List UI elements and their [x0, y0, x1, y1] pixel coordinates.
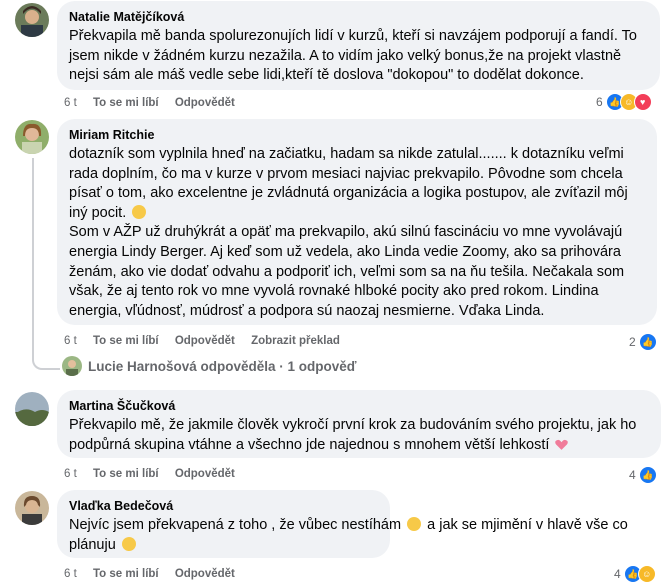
reaction-summary[interactable]: 4 👍 ☺ — [614, 565, 656, 583]
reply-avatar — [62, 356, 82, 376]
comment-line: Som v AŽP už druhýkrát a opäť ma prekvap… — [69, 224, 623, 241]
comment-line: nejsi sám ale máš vedle sebe lidi,kteří … — [69, 67, 584, 84]
reaction-summary[interactable]: 2 👍 — [629, 333, 657, 351]
comment-time[interactable]: 6 t — [64, 97, 77, 109]
thread-line — [32, 158, 34, 358]
comment-line: však, že aj tento rok vo mne vyvolá rovn… — [69, 283, 599, 300]
comment-bubble: Natalie Matějčíková Překvapila mě banda … — [57, 1, 660, 90]
comment-time[interactable]: 6 t — [64, 468, 77, 480]
comment-bubble: Martina Ščučková Překvapilo mě, že jakmi… — [57, 390, 661, 458]
comment-line: podpůrná skupina vtáhne a všechno jde na… — [69, 436, 649, 456]
comment-line-text: Nejvíc jsem překvapená z toho , že vůbec… — [69, 517, 402, 533]
comment-line-text: plánuju — [69, 536, 116, 553]
comment-line: plánuju — [69, 536, 378, 556]
comment-text: Překvapilo mě, že jakmile člověk vykročí… — [69, 416, 649, 455]
comment-author[interactable]: Natalie Matějčíková — [69, 9, 648, 25]
avatar[interactable] — [15, 491, 49, 525]
smile-emoji-icon — [132, 204, 147, 219]
heart-emoji-icon — [555, 439, 569, 450]
comment-line: Překvapilo mě, že jakmile člověk vykročí… — [69, 417, 637, 433]
comment-line-text: iný pocit. — [69, 204, 127, 221]
comment-actions: 6 t To se mi líbí Odpovědět — [64, 95, 248, 111]
reaction-count: 2 — [629, 335, 636, 349]
reaction-summary[interactable]: 4 👍 — [629, 466, 657, 484]
comment-text: Překvapila mě banda spolurezonujích lidí… — [69, 27, 648, 86]
comment-line: rada doplním, čo ma v kurze v prvom mesi… — [69, 165, 623, 182]
comment-line: iný pocit. — [69, 204, 645, 224]
wow-emoji-icon — [407, 517, 422, 531]
like-button[interactable]: To se mi líbí — [93, 568, 159, 580]
reaction-summary[interactable]: 6 👍 ☺ ♥ — [596, 93, 652, 111]
view-replies-button[interactable]: Lucie Harnošová odpověděla · 1 odpověď — [62, 356, 357, 376]
comment-bubble: Vlaďka Bedečová Nejvíc jsem překvapená z… — [57, 490, 628, 558]
comment-line: energia Lindy Berger. Aj keď som už vede… — [69, 243, 621, 260]
reply-button[interactable]: Odpovědět — [175, 97, 235, 109]
reaction-count: 4 — [614, 567, 621, 581]
like-button[interactable]: To se mi líbí — [93, 335, 159, 347]
comment-line: písať o tom, ako excelentne je zvládnutá… — [69, 185, 628, 202]
like-icon: 👍 — [638, 466, 657, 484]
comment-line: dotazník som vyplnila hneď na začiatku, … — [69, 146, 624, 162]
comment-line: ženám, ako vie dodať odvahu a podporiť i… — [69, 263, 625, 280]
like-icon: 👍 — [638, 333, 657, 351]
translate-button[interactable]: Zobrazit překlad — [251, 335, 340, 347]
comment-author[interactable]: Martina Ščučková — [69, 398, 649, 414]
comment-line-text: a jak se mjimění v hlavě vše co — [427, 517, 628, 533]
avatar[interactable] — [15, 3, 49, 37]
comment-author[interactable]: Miriam Ritchie — [69, 127, 645, 143]
comment-line: Nejvíc jsem překvapená z toho , že vůbec… — [69, 516, 628, 536]
comment-line: Překvapila mě banda spolurezonujích lidí… — [69, 28, 637, 44]
comment-text: dotazník som vyplnila hneď na začiatku, … — [69, 145, 645, 321]
avatar[interactable] — [15, 392, 49, 426]
comment-line: jsem nikde v žádném kurzu nezažila. A to… — [69, 47, 622, 64]
reply-button[interactable]: Odpovědět — [175, 335, 235, 347]
comment-author[interactable]: Vlaďka Bedečová — [69, 498, 378, 514]
comment-line-text: podpůrná skupina vtáhne a všechno jde na… — [69, 436, 550, 453]
comment-actions: 6 t To se mi líbí Odpovědět Zobrazit pře… — [64, 333, 353, 349]
care-icon: ☺ — [637, 565, 656, 583]
love-icon: ♥ — [633, 93, 652, 111]
like-button[interactable]: To se mi líbí — [93, 97, 159, 109]
comment-actions: 6 t To se mi líbí Odpovědět — [64, 566, 248, 582]
reaction-count: 4 — [629, 468, 636, 482]
reply-button[interactable]: Odpovědět — [175, 468, 235, 480]
reply-button[interactable]: Odpovědět — [175, 568, 235, 580]
reply-summary: Lucie Harnošová odpověděla · 1 odpověď — [88, 358, 357, 374]
thread-connector — [32, 356, 60, 370]
like-button[interactable]: To se mi líbí — [93, 468, 159, 480]
comment-time[interactable]: 6 t — [64, 568, 77, 580]
comment-bubble: Miriam Ritchie dotazník som vyplnila hne… — [57, 119, 657, 325]
avatar[interactable] — [15, 120, 49, 154]
comment-actions: 6 t To se mi líbí Odpovědět — [64, 466, 248, 482]
reaction-count: 6 — [596, 95, 603, 109]
comment-line: energia, vľúdnosť, múdrosť a podpora sú … — [69, 302, 545, 319]
smile-emoji-icon — [121, 536, 136, 551]
comment-text: Nejvíc jsem překvapená z toho , že vůbec… — [69, 516, 628, 556]
comment-time[interactable]: 6 t — [64, 335, 77, 347]
